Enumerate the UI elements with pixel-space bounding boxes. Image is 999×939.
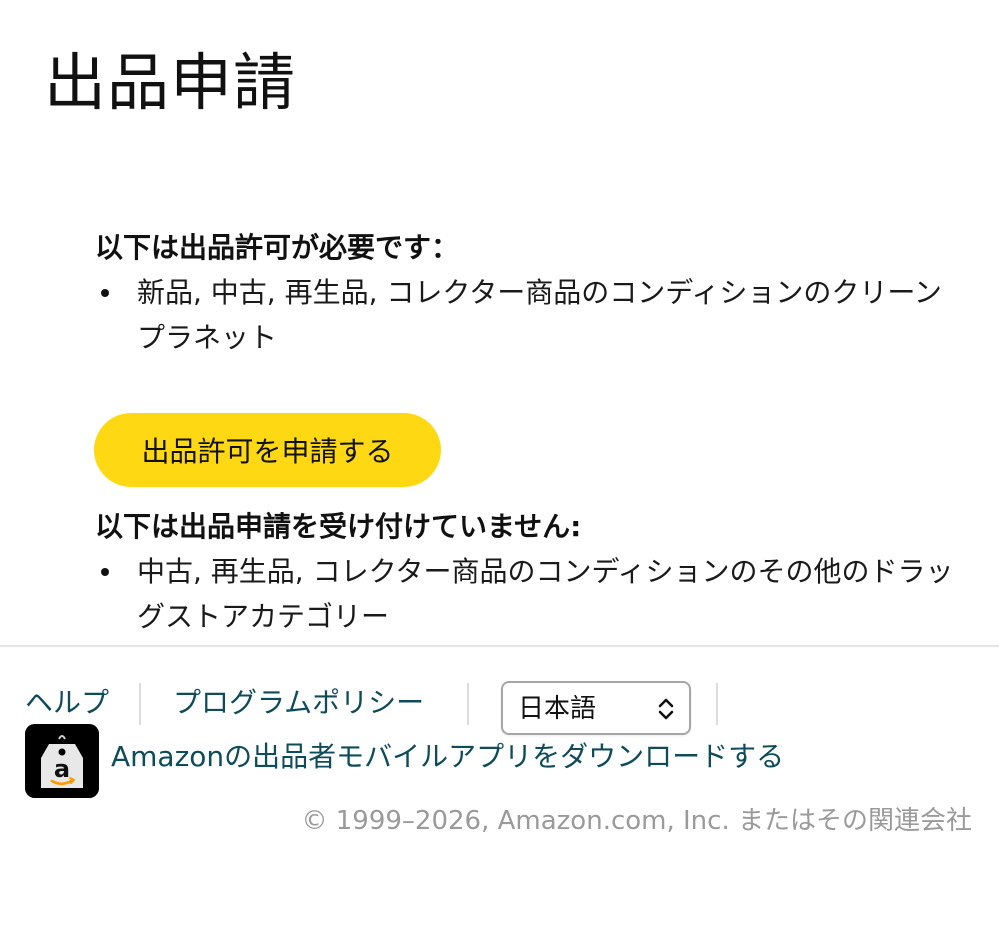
list-item: 中古, 再生品, コレクター商品のコンディションのその他のドラッグストアカテゴリ… [95,549,967,639]
language-select-value: 日本語 [518,694,597,724]
program-policy-link[interactable]: プログラムポリシー [173,683,424,723]
footer-separator [467,683,469,725]
approval-required-section: 以下は出品許可が必要です： 新品, 中古, 再生品, コレクター商品のコンディシ… [95,228,985,360]
apply-for-approval-button[interactable]: 出品許可を申請する [94,413,441,487]
download-seller-app-link[interactable]: Amazonの出品者モバイルアプリをダウンロードする [111,737,784,777]
copyright-text: © 1999–2026, Amazon.com, Inc. またはその関連会社 [301,806,972,836]
footer-divider [0,645,999,647]
not-accepted-list: 中古, 再生品, コレクター商品のコンディションのその他のドラッグストアカテゴリ… [95,549,985,639]
footer-separator [716,683,718,725]
amazon-seller-app-icon[interactable]: a [25,724,99,798]
approval-required-list: 新品, 中古, 再生品, コレクター商品のコンディションのクリーンプラネット [95,270,985,360]
footer-separator [139,683,141,725]
svg-text:a: a [54,755,70,783]
language-select[interactable]: 日本語 [501,681,691,735]
not-accepted-heading: 以下は出品申請を受け付けていません: [95,510,582,543]
not-accepted-section: 以下は出品申請を受け付けていません: 中古, 再生品, コレクター商品のコンディ… [95,507,985,639]
up-down-chevron-icon [658,698,674,720]
page-title: 出品申請 [44,46,297,119]
help-link[interactable]: ヘルプ [25,683,109,723]
approval-required-heading: 以下は出品許可が必要です： [95,231,460,264]
price-tag-icon: a [25,724,99,798]
list-item: 新品, 中古, 再生品, コレクター商品のコンディションのクリーンプラネット [95,270,967,360]
